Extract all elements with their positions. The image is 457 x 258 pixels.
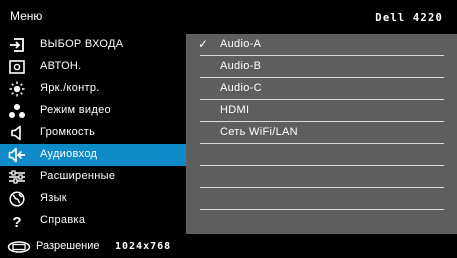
help-icon: ? — [8, 213, 26, 231]
menu-item-brightness[interactable]: Ярк./контр. — [0, 78, 186, 100]
menu-item-label: Язык — [40, 192, 67, 204]
audio-input-submenu: ✓ Audio-A Audio-B Audio-C HDMI Сеть WiFi… — [186, 34, 457, 234]
auto-adjust-icon — [8, 59, 26, 75]
option-label: HDMI — [220, 104, 250, 116]
main-menu: ВЫБОР ВХОДА АВТОН. Ярк./контр. Режим вид… — [0, 34, 186, 234]
option-audio-c[interactable]: Audio-C — [186, 78, 444, 100]
menu-item-label: АВТОН. — [40, 60, 82, 72]
menu-item-label: Расширенные — [40, 170, 116, 182]
option-network[interactable]: Сеть WiFi/LAN — [186, 122, 444, 144]
model-name: Dell 4220 — [375, 12, 443, 24]
svg-text:?: ? — [12, 214, 21, 229]
option-label: Audio-A — [220, 38, 262, 50]
display-resolution-icon — [7, 240, 31, 258]
menu-item-label: Справка — [40, 214, 86, 226]
menu-item-label: Ярк./контр. — [40, 82, 100, 94]
resolution-value: 1024x768 — [115, 241, 172, 252]
empty-row — [186, 166, 444, 188]
option-audio-b[interactable]: Audio-B — [186, 56, 444, 78]
status-bar: Разрешение 1024x768 — [0, 234, 457, 258]
menu-item-volume[interactable]: Громкость — [0, 122, 186, 144]
resolution-label: Разрешение — [36, 240, 100, 252]
menu-item-label: Аудиовход — [40, 148, 98, 160]
option-audio-a[interactable]: ✓ Audio-A — [186, 34, 444, 56]
menu-item-help[interactable]: ? Справка — [0, 210, 186, 232]
menu-item-audio-input[interactable]: Аудиовход — [0, 144, 186, 166]
language-icon — [8, 191, 26, 207]
menu-title: Меню — [10, 9, 43, 23]
empty-row — [186, 144, 444, 166]
video-mode-icon — [8, 103, 26, 119]
option-label: Audio-B — [220, 60, 262, 72]
menu-item-input-select[interactable]: ВЫБОР ВХОДА — [0, 34, 186, 56]
menu-item-auto-adjust[interactable]: АВТОН. — [0, 56, 186, 78]
menu-item-label: Режим видео — [40, 104, 111, 116]
option-hdmi[interactable]: HDMI — [186, 100, 444, 122]
menu-item-video-mode[interactable]: Режим видео — [0, 100, 186, 122]
menu-item-label: Громкость — [40, 126, 96, 138]
menu-item-advanced[interactable]: Расширенные — [0, 166, 186, 188]
osd-title-bar: Меню Dell 4220 — [0, 0, 457, 34]
input-select-icon — [8, 37, 26, 53]
audio-input-icon — [8, 147, 26, 163]
option-label: Audio-C — [220, 82, 262, 94]
option-label: Сеть WiFi/LAN — [220, 126, 298, 138]
divider — [200, 209, 444, 210]
empty-row — [186, 188, 444, 210]
advanced-settings-icon — [8, 169, 26, 185]
menu-item-label: ВЫБОР ВХОДА — [40, 38, 124, 50]
brightness-icon — [8, 81, 26, 97]
checkmark-icon: ✓ — [198, 37, 209, 51]
menu-item-language[interactable]: Язык — [0, 188, 186, 210]
volume-icon — [8, 125, 26, 141]
projector-osd: Меню Dell 4220 ВЫБОР ВХОДА АВТОН. Ярк./к… — [0, 0, 457, 258]
